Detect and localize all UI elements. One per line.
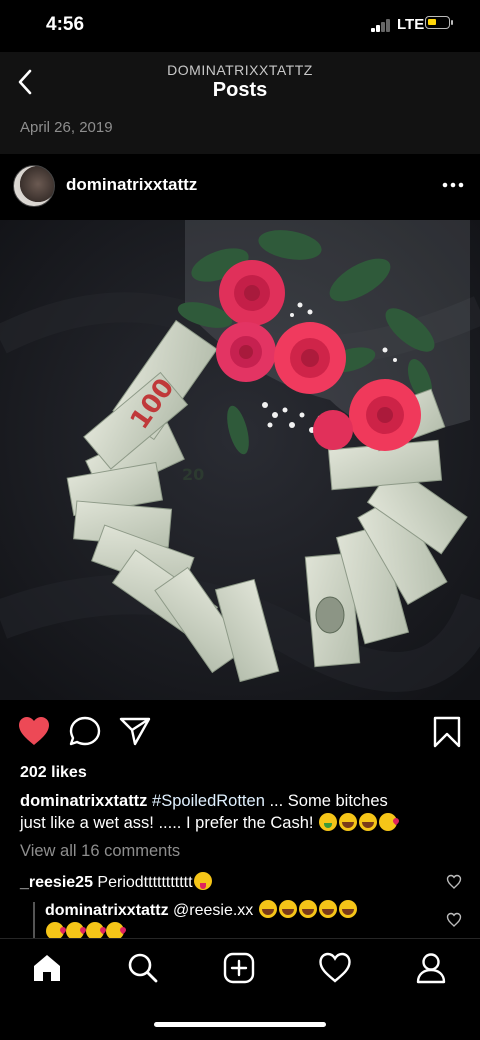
- rofl-emoji-icon: [258, 900, 277, 918]
- comment-username[interactable]: _reesie25: [20, 874, 93, 891]
- signal-icon: [371, 19, 393, 32]
- home-indicator: [154, 1022, 326, 1027]
- bill-denomination-20: 20: [182, 465, 204, 484]
- comment-icon[interactable]: [68, 715, 102, 747]
- rofl-emoji-icon: [318, 900, 337, 918]
- rofl-emoji-icon: [338, 900, 357, 918]
- caption-username[interactable]: dominatrixxtattz: [20, 792, 147, 810]
- home-icon[interactable]: [30, 951, 64, 985]
- comment-text: Periodttttttttttt: [97, 874, 193, 891]
- post-username[interactable]: dominatrixxtattz: [66, 175, 197, 195]
- likes-count[interactable]: 202 likes: [20, 764, 87, 782]
- action-bar: [0, 713, 480, 753]
- activity-icon[interactable]: [318, 951, 352, 985]
- rofl-emoji-icon: [298, 900, 317, 918]
- caption-hashtag[interactable]: #SpoiledRotten: [152, 792, 265, 810]
- date-row: April 26, 2019: [0, 114, 480, 154]
- rofl-emoji-icon: [359, 813, 378, 831]
- status-time: 4:56: [46, 14, 85, 35]
- caption-text-line1: ... Some bitches: [264, 792, 388, 810]
- post-photo[interactable]: 100 20: [0, 220, 480, 700]
- navigation-header: DOMINATRIXXTATTZ Posts: [0, 52, 480, 114]
- rofl-emoji-icon: [278, 900, 297, 918]
- header-username: DOMINATRIXXTATTZ: [167, 62, 313, 78]
- network-label: LTE: [397, 16, 425, 33]
- status-bar: 4:56 LTE: [0, 0, 480, 52]
- more-icon[interactable]: [440, 173, 466, 197]
- add-icon[interactable]: [222, 951, 256, 985]
- rofl-emoji-icon: [339, 813, 358, 831]
- heart-icon[interactable]: [17, 715, 51, 747]
- profile-icon[interactable]: [414, 951, 448, 985]
- kiss-emoji-icon: [379, 813, 398, 831]
- zany-emoji-icon: [193, 872, 212, 890]
- page-title: Posts: [212, 79, 268, 101]
- comment-like-heart-icon[interactable]: [446, 874, 462, 890]
- comment-like-heart-icon[interactable]: [446, 912, 462, 928]
- comment-username[interactable]: dominatrixxtattz: [45, 902, 169, 919]
- avatar[interactable]: [13, 165, 55, 207]
- post-date: April 26, 2019: [20, 119, 113, 136]
- view-all-comments-link[interactable]: View all 16 comments: [20, 842, 180, 861]
- share-icon[interactable]: [118, 715, 152, 747]
- battery-icon: [425, 16, 453, 29]
- comment-text[interactable]: @reesie.xx: [173, 902, 253, 919]
- bookmark-icon[interactable]: [430, 715, 464, 749]
- search-icon[interactable]: [126, 951, 160, 985]
- reply-thread-line: [33, 902, 35, 938]
- money-mouth-emoji-icon: [319, 813, 338, 831]
- post-header: dominatrixxtattz: [0, 157, 480, 217]
- caption-text-line2: just like a wet ass! ..... I prefer the …: [20, 814, 314, 832]
- post-caption: dominatrixxtattz #SpoiledRotten ... Some…: [20, 790, 470, 834]
- comment-item: _reesie25 Periodttttttttttt: [20, 872, 213, 892]
